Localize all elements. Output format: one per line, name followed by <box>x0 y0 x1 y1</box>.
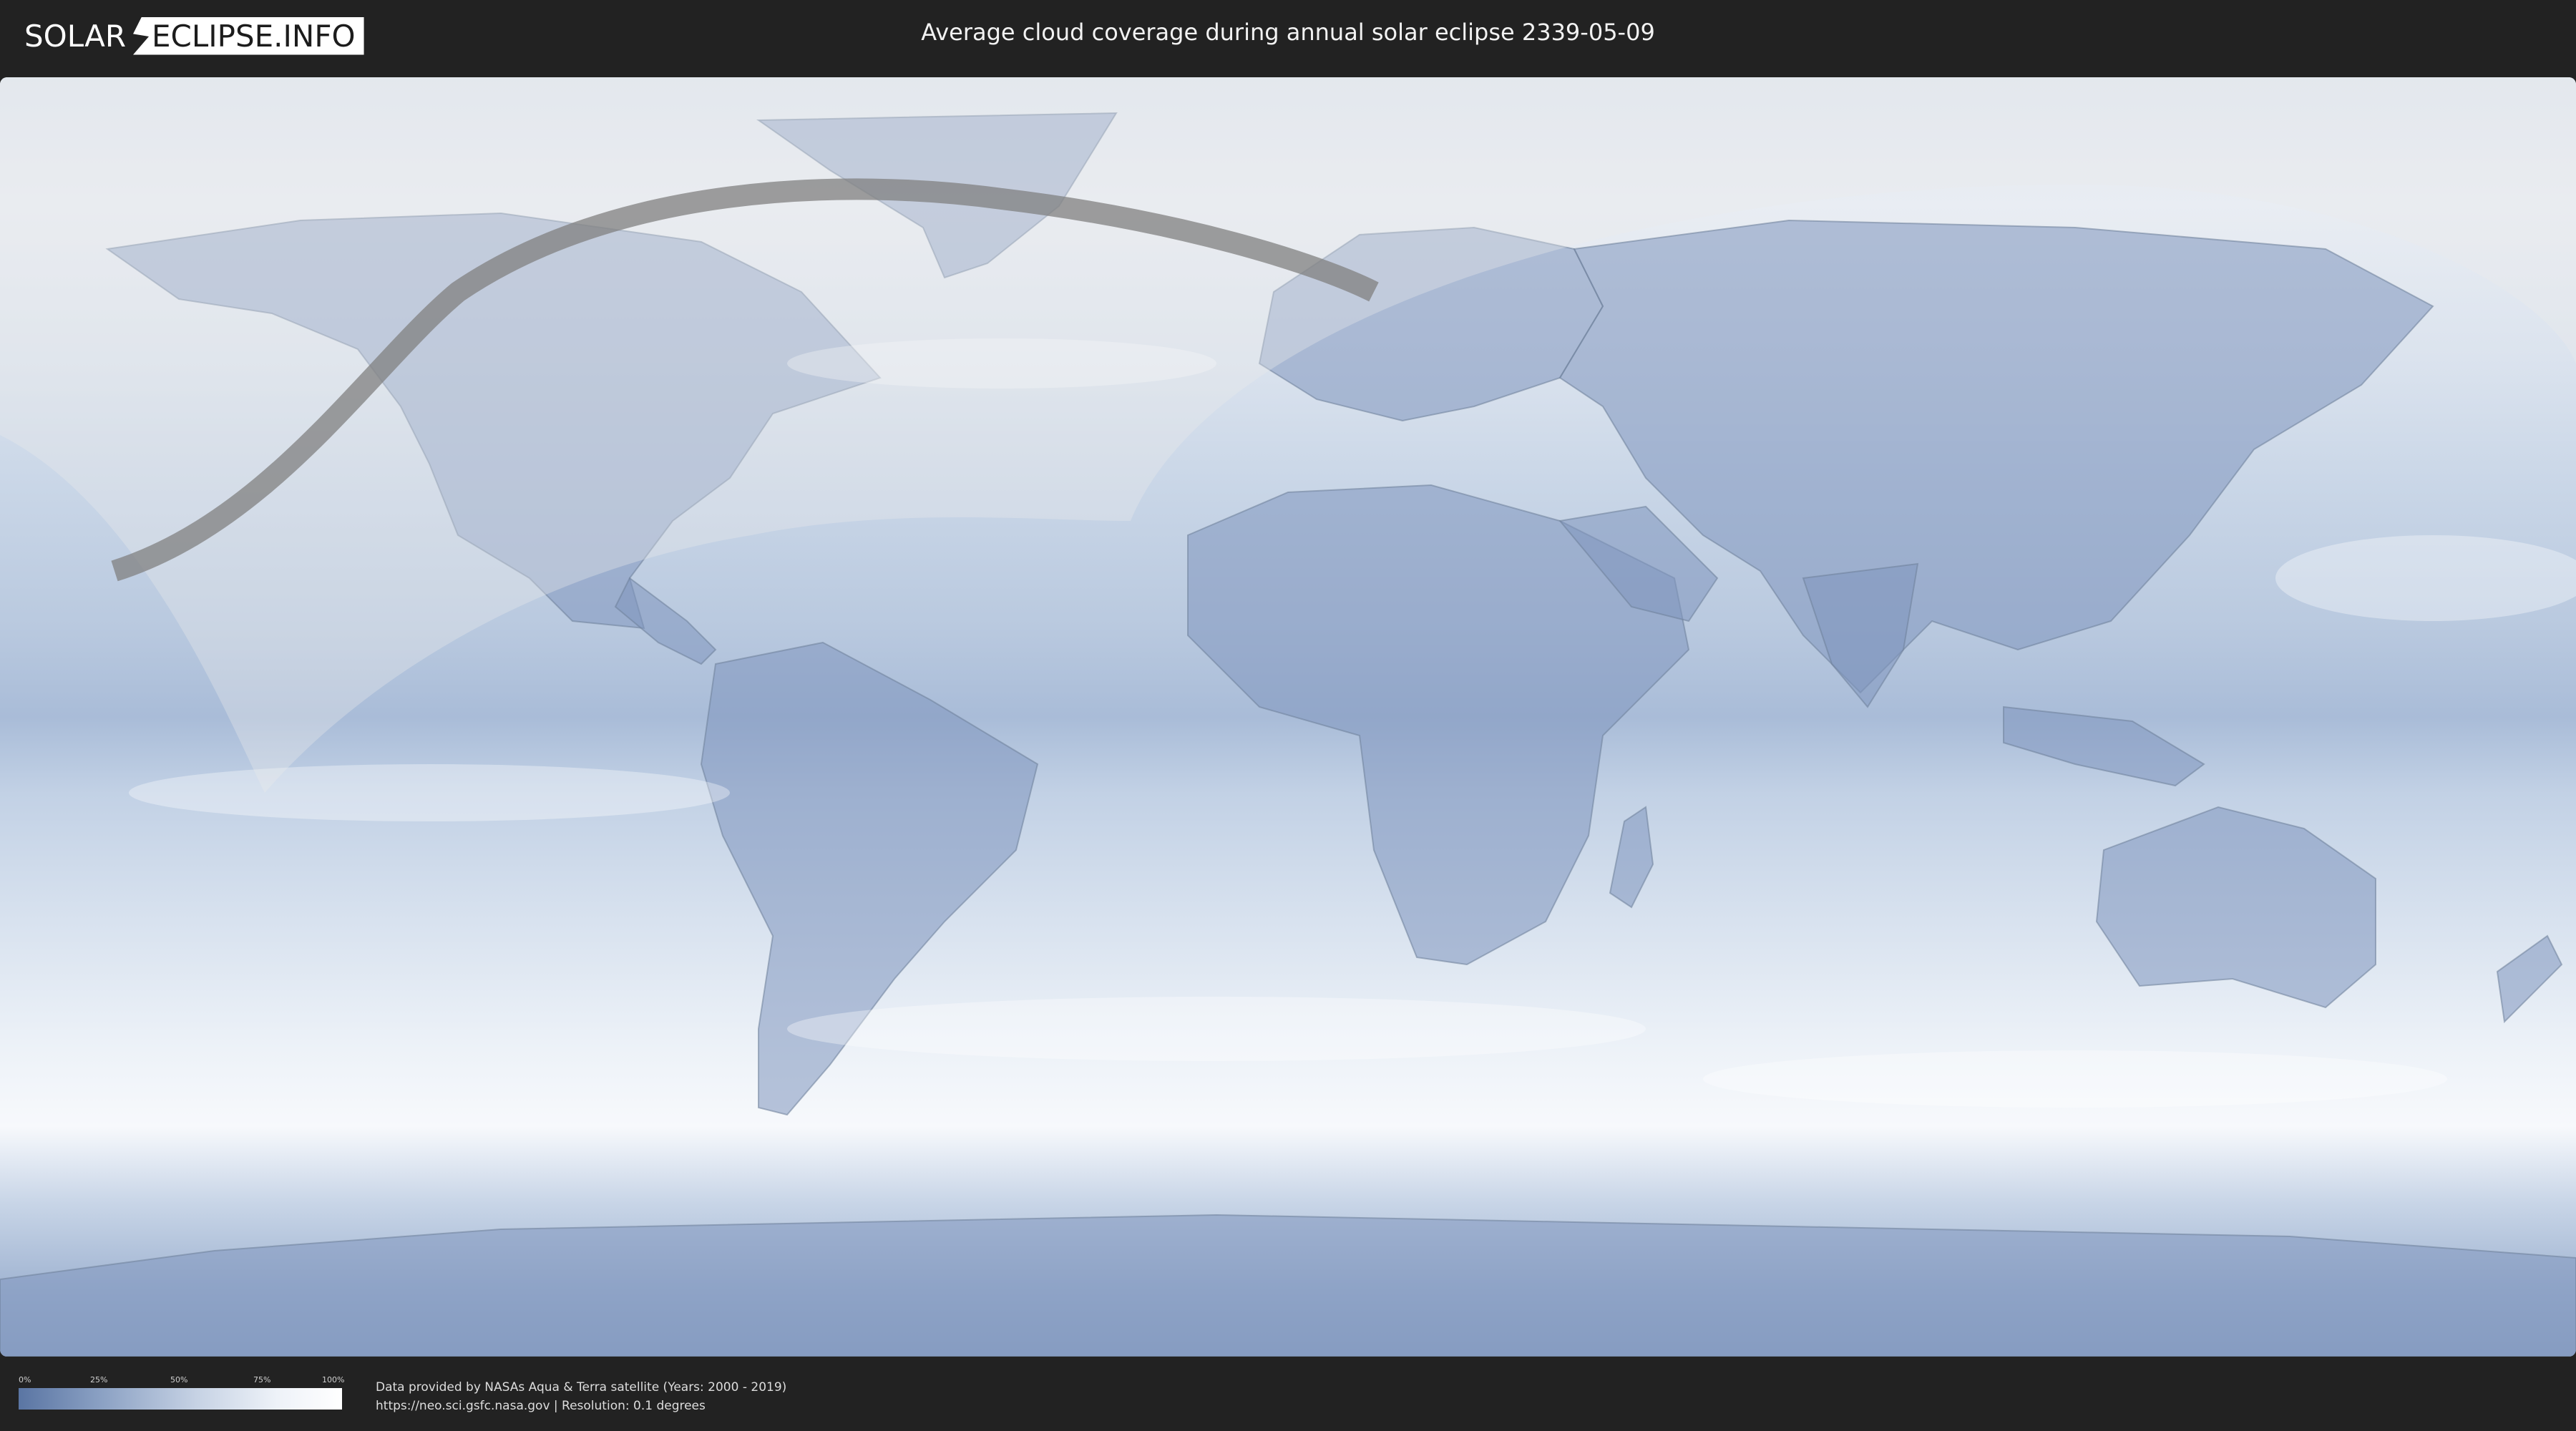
legend-tick-100: 100% <box>322 1375 345 1384</box>
legend-tick-25: 25% <box>90 1375 108 1384</box>
footer: 0% 25% 50% 75% 100% Data provided by NAS… <box>0 1357 2576 1431</box>
map-svg <box>0 77 2576 1357</box>
legend-tick-50: 50% <box>170 1375 188 1384</box>
header: SOLAR ECLIPSE.INFO Average cloud coverag… <box>0 0 2576 72</box>
cloud-coverage-map[interactable] <box>0 77 2576 1357</box>
credits-line-1: Data provided by NASAs Aqua & Terra sate… <box>376 1380 787 1395</box>
legend-ticks: 0% 25% 50% 75% 100% <box>19 1375 345 1388</box>
legend-color-bar <box>19 1388 342 1410</box>
legend-tick-0: 0% <box>19 1375 31 1384</box>
page: SOLAR ECLIPSE.INFO Average cloud coverag… <box>0 0 2576 1431</box>
data-credits: Data provided by NASAs Aqua & Terra sate… <box>376 1378 786 1415</box>
credits-line-2: https://neo.sci.gsfc.nasa.gov | Resoluti… <box>376 1399 706 1413</box>
page-title: Average cloud coverage during annual sol… <box>921 19 1655 46</box>
legend-tick-75: 75% <box>253 1375 271 1384</box>
cloud-coverage-legend: 0% 25% 50% 75% 100% <box>19 1375 345 1410</box>
